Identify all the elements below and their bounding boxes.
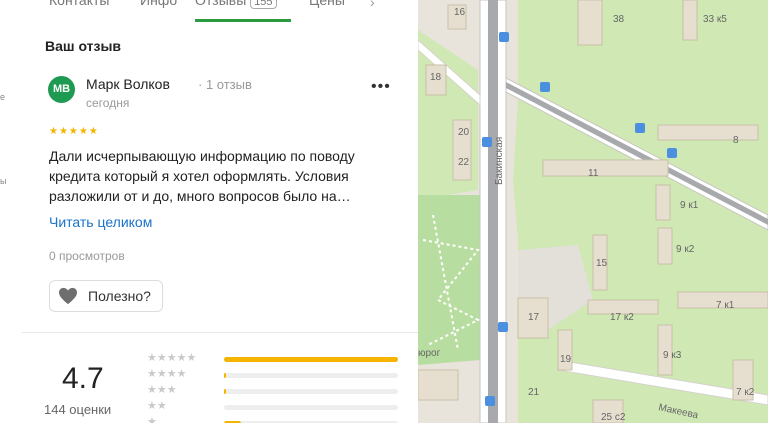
review-text: Дали исчерпывающую информацию по поводу … bbox=[49, 148, 355, 204]
rating-row-stars: ★ bbox=[147, 416, 157, 423]
rating-row-3: ★★★ bbox=[147, 384, 398, 400]
rating-bar bbox=[224, 389, 398, 394]
map-canvas[interactable]: 16 38 33 к5 18 20 22 11 8 9 к1 9 к2 15 1… bbox=[418, 0, 768, 423]
rating-row-2: ★★ bbox=[147, 400, 398, 416]
svg-text:38: 38 bbox=[613, 14, 625, 25]
svg-text:16: 16 bbox=[454, 7, 466, 18]
tab-reviews[interactable]: Отзывы 155 bbox=[195, 0, 277, 9]
heart-icon bbox=[59, 287, 77, 305]
svg-text:9 к1: 9 к1 bbox=[680, 200, 699, 211]
svg-text:юрог: юрог bbox=[418, 348, 441, 359]
useful-button[interactable]: Полезно? bbox=[49, 280, 163, 312]
rating-bar bbox=[224, 405, 398, 410]
map-view[interactable]: 16 38 33 к5 18 20 22 11 8 9 к1 9 к2 15 1… bbox=[418, 0, 768, 423]
rating-row-5: ★★★★★ bbox=[147, 352, 398, 368]
rating-bar-fill bbox=[224, 389, 226, 394]
read-more-link[interactable]: Читать целиком bbox=[49, 214, 152, 230]
svg-text:7 к1: 7 к1 bbox=[716, 300, 735, 311]
svg-text:17: 17 bbox=[528, 312, 540, 323]
useful-label: Полезно? bbox=[88, 288, 151, 304]
left-strip: е ы bbox=[0, 0, 23, 423]
svg-text:20: 20 bbox=[458, 127, 470, 138]
tab-bar: Контакты Инфо Отзывы 155 Цены › bbox=[22, 0, 418, 24]
rating-count: 144 оценки bbox=[44, 402, 112, 417]
rating-row-stars: ★★ bbox=[147, 400, 167, 412]
rating-row-stars: ★★★★★ bbox=[147, 352, 197, 364]
svg-text:19: 19 bbox=[560, 354, 572, 365]
svg-text:22: 22 bbox=[458, 157, 470, 168]
left-strip-fragment: ы bbox=[0, 176, 7, 186]
svg-text:33 к5: 33 к5 bbox=[703, 14, 727, 25]
svg-text:15: 15 bbox=[596, 258, 608, 269]
more-options-icon[interactable]: ••• bbox=[371, 78, 391, 96]
svg-text:9 к2: 9 к2 bbox=[676, 244, 695, 255]
rating-row-4: ★★★★ bbox=[147, 368, 398, 384]
tab-reviews-badge: 155 bbox=[250, 0, 277, 9]
svg-text:17 к2: 17 к2 bbox=[610, 312, 634, 323]
active-tab-indicator bbox=[195, 19, 291, 22]
tab-reviews-label: Отзывы bbox=[195, 0, 247, 8]
svg-text:21: 21 bbox=[528, 387, 540, 398]
park-area bbox=[418, 195, 480, 365]
review-stars: ★★★★★ bbox=[49, 126, 99, 137]
author-name[interactable]: Марк Волков bbox=[86, 76, 170, 92]
rating-row-1: ★ bbox=[147, 416, 398, 423]
svg-text:9 к3: 9 к3 bbox=[663, 350, 682, 361]
author-review-count: · 1 отзыв bbox=[198, 77, 252, 92]
rating-score: 4.7 bbox=[62, 362, 104, 395]
svg-text:18: 18 bbox=[430, 72, 442, 83]
avatar[interactable]: МВ bbox=[48, 76, 75, 103]
tab-info[interactable]: Инфо bbox=[140, 0, 177, 8]
svg-text:Бакинская: Бакинская bbox=[494, 137, 505, 185]
tabs-next-arrow-icon[interactable]: › bbox=[370, 0, 375, 10]
rating-row-stars: ★★★★ bbox=[147, 368, 187, 380]
section-title: Ваш отзыв bbox=[45, 38, 122, 54]
svg-text:11: 11 bbox=[588, 168, 599, 179]
svg-text:8: 8 bbox=[733, 135, 739, 146]
views-count: 0 просмотров bbox=[49, 249, 125, 263]
rating-bar bbox=[224, 373, 398, 378]
divider bbox=[22, 332, 418, 333]
reviews-panel: Контакты Инфо Отзывы 155 Цены › Ваш отзы… bbox=[22, 0, 418, 423]
svg-text:25 с2: 25 с2 bbox=[601, 412, 626, 423]
tab-contacts[interactable]: Контакты bbox=[49, 0, 109, 8]
svg-text:7 к2: 7 к2 bbox=[736, 387, 755, 398]
review-date: сегодня bbox=[86, 96, 130, 110]
rating-bar-fill bbox=[224, 357, 398, 362]
rating-bar bbox=[224, 357, 398, 362]
rating-bar-fill bbox=[224, 373, 226, 378]
rating-row-stars: ★★★ bbox=[147, 384, 177, 396]
tab-prices[interactable]: Цены bbox=[309, 0, 345, 8]
left-strip-fragment: е bbox=[0, 92, 6, 102]
